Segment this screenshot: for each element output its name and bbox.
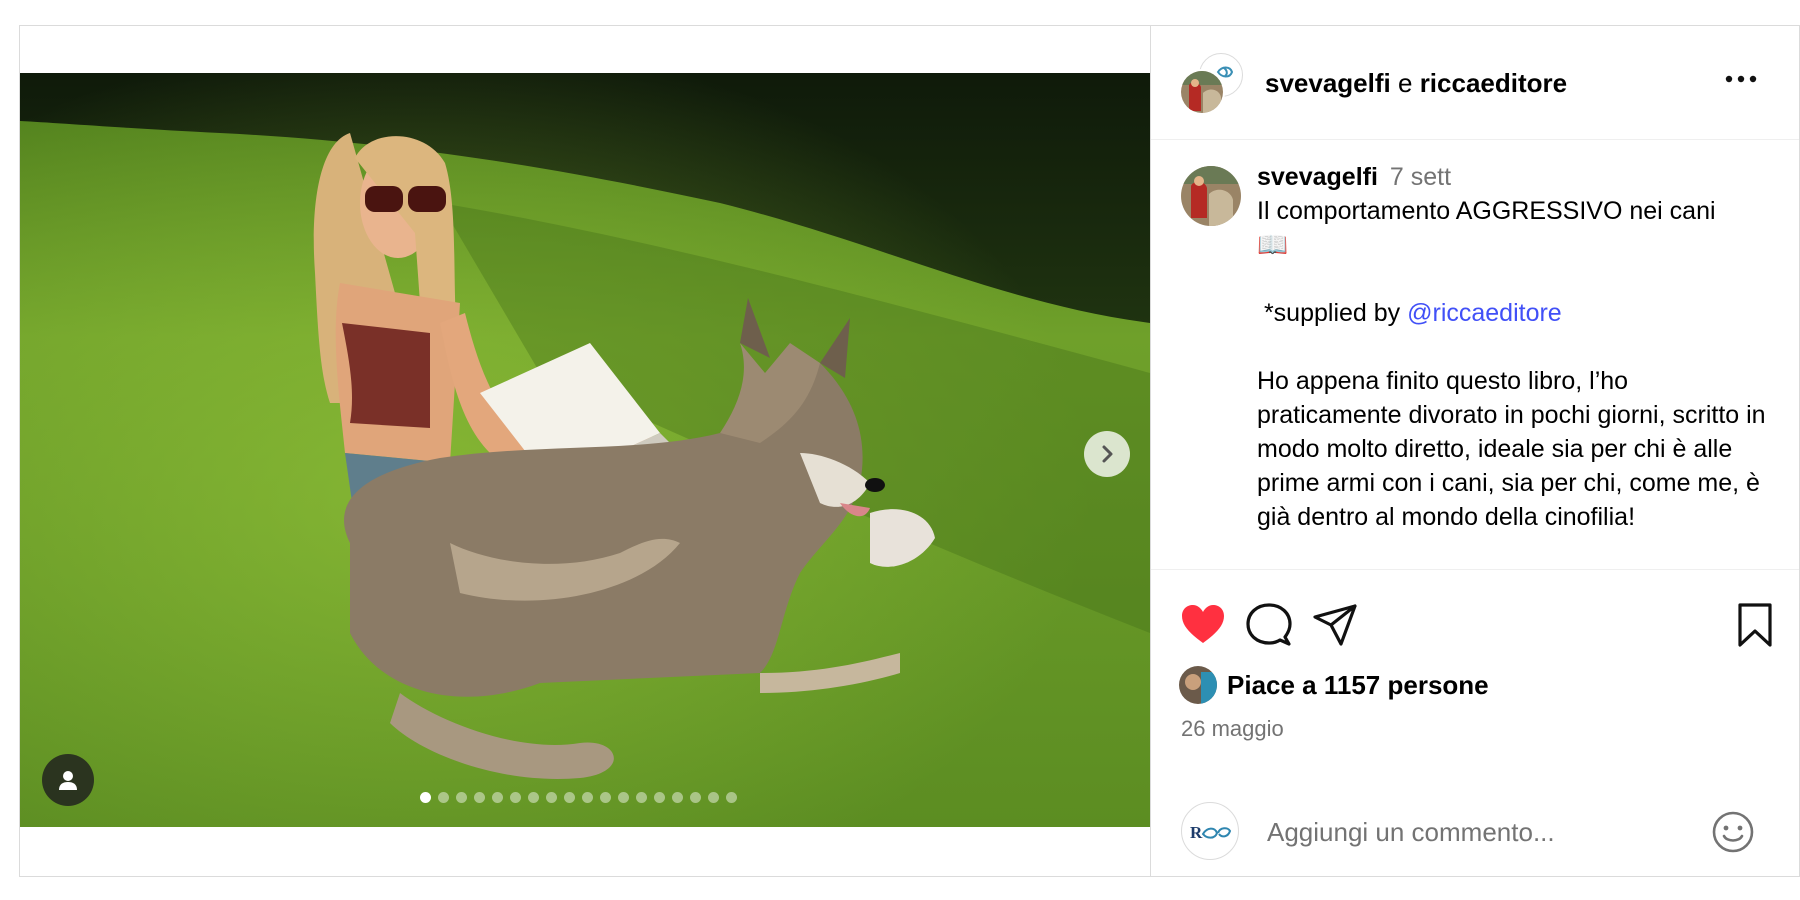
post-date[interactable]: 26 maggio (1181, 716, 1284, 742)
carousel-dot (564, 791, 575, 803)
carousel-dot (528, 791, 539, 803)
next-slide-button[interactable] (1084, 431, 1130, 477)
carousel-dot (618, 791, 629, 803)
comment-composer: R (1151, 786, 1799, 876)
like-button[interactable] (1179, 601, 1227, 649)
caption-section: svevagelfi 7 sett Il comportamento AGGRES… (1151, 140, 1799, 570)
more-options-button[interactable] (1721, 64, 1761, 94)
carousel-dot (438, 791, 449, 803)
carousel-dot (654, 791, 665, 803)
emoji-picker-button[interactable] (1711, 810, 1755, 854)
carousel-dot (582, 791, 593, 803)
carousel-dot (420, 791, 431, 803)
comment-bubble-icon (1246, 603, 1292, 646)
post-card: svevagelfi e riccaeditore svevagelfi 7 s… (19, 25, 1800, 877)
mention-link[interactable]: @riccaeditore (1407, 299, 1562, 327)
svg-text:R: R (1190, 823, 1203, 842)
carousel-dot (456, 791, 467, 803)
liker-avatar[interactable] (1179, 666, 1217, 704)
carousel-indicator (420, 791, 737, 803)
likes-summary[interactable]: Piace a 1157 persone (1179, 664, 1489, 706)
collab-avatars[interactable] (1179, 53, 1245, 117)
comment-input[interactable] (1265, 810, 1669, 854)
post-photo[interactable] (20, 73, 1150, 827)
bookmark-icon (1738, 603, 1772, 647)
caption-timestamp[interactable]: 7 sett (1390, 163, 1451, 191)
current-user-avatar[interactable]: R (1181, 802, 1239, 860)
share-button[interactable] (1311, 601, 1359, 649)
heart-icon (1182, 605, 1224, 643)
smiley-icon (1712, 811, 1754, 853)
chevron-right-icon (1102, 445, 1113, 463)
post-sidebar: svevagelfi e riccaeditore svevagelfi 7 s… (1151, 26, 1799, 876)
carousel-dot (474, 791, 485, 803)
action-bar (1179, 601, 1779, 649)
caption-paragraph: Ho appena finito questo libro, l’ho prat… (1257, 367, 1766, 531)
post-header: svevagelfi e riccaeditore (1151, 26, 1799, 140)
save-button[interactable] (1731, 601, 1779, 649)
tagged-users-button[interactable] (42, 754, 94, 806)
more-dots-icon (1725, 75, 1757, 83)
carousel-dot (636, 791, 647, 803)
comment-button[interactable] (1245, 601, 1293, 649)
media-panel (20, 26, 1151, 876)
caption-avatar[interactable] (1181, 166, 1241, 226)
caption-supplied-prefix: *supplied by (1257, 299, 1408, 327)
authors-conjunction: e (1397, 68, 1413, 98)
caption-line-1: Il comportamento AGGRESSIVO nei cani (1257, 197, 1716, 225)
carousel-dot (672, 791, 683, 803)
post-authors: svevagelfi e riccaeditore (1265, 68, 1567, 98)
carousel-dot (708, 791, 719, 803)
caption-body: svevagelfi 7 sett Il comportamento AGGRES… (1257, 160, 1777, 534)
caption-supplied-line: *supplied by @riccaeditore (1257, 296, 1777, 330)
caption-emoji: 📖 (1257, 231, 1289, 259)
carousel-dot (492, 791, 503, 803)
paper-plane-icon (1313, 604, 1357, 646)
carousel-dot (510, 791, 521, 803)
carousel-dot (546, 791, 557, 803)
caption-username[interactable]: svevagelfi (1257, 163, 1378, 191)
author-link-2[interactable]: riccaeditore (1420, 68, 1567, 98)
carousel-dot (690, 791, 701, 803)
user-tag-icon (59, 771, 77, 790)
author-link-1[interactable]: svevagelfi (1265, 68, 1391, 98)
avatar-svevagelfi[interactable] (1179, 69, 1225, 115)
likes-count[interactable]: Piace a 1157 persone (1227, 670, 1489, 701)
caption-text: Il comportamento AGGRESSIVO nei cani 📖 *… (1257, 194, 1777, 534)
carousel-dot (726, 791, 737, 803)
carousel-dot (600, 791, 611, 803)
